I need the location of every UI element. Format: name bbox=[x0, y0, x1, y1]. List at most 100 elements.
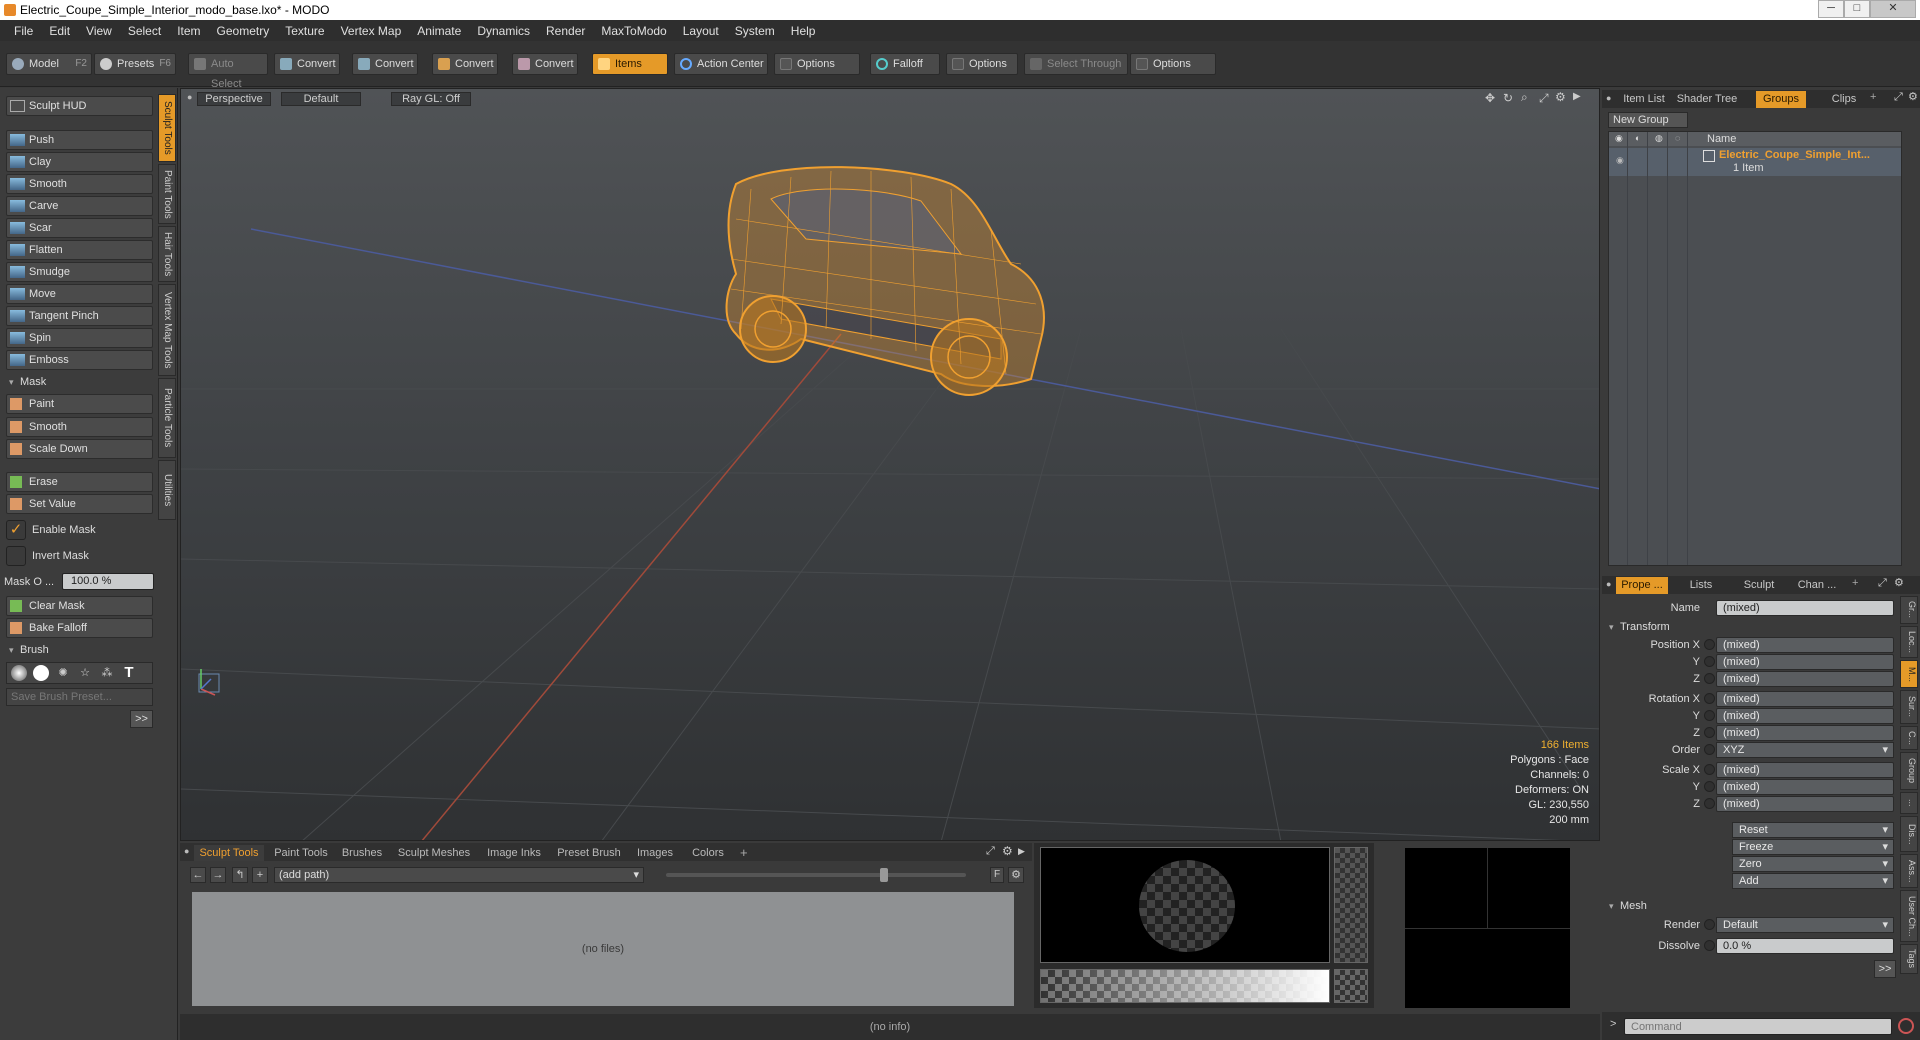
tab-shader-tree[interactable]: Shader Tree bbox=[1674, 91, 1740, 108]
position-x-field[interactable]: (mixed) bbox=[1716, 637, 1894, 653]
add-tab-icon[interactable]: + bbox=[740, 845, 748, 860]
new-group-button[interactable]: New Group bbox=[1608, 112, 1688, 128]
forward-arrow-icon[interactable]: → bbox=[210, 867, 226, 883]
tool-flatten[interactable]: Flatten bbox=[6, 240, 153, 260]
side-tab-local[interactable]: Loc... bbox=[1900, 626, 1918, 658]
expand-button[interactable]: >> bbox=[130, 710, 153, 728]
lock-icon[interactable]: ◍ bbox=[1655, 133, 1663, 144]
falloff-button[interactable]: Falloff bbox=[870, 53, 940, 75]
tab-utilities[interactable]: Utilities bbox=[158, 460, 176, 520]
car-model-wireframe[interactable] bbox=[725, 166, 1045, 396]
visibility-eye-icon[interactable]: ◉ bbox=[1615, 133, 1623, 144]
bottom-menu-icon[interactable]: ● bbox=[184, 846, 189, 856]
position-y-field[interactable]: (mixed) bbox=[1716, 654, 1894, 670]
action-center-button[interactable]: Action Center bbox=[674, 53, 768, 75]
browser-settings-icon[interactable]: ⚙ bbox=[1008, 867, 1024, 883]
rotation-z-field[interactable]: (mixed) bbox=[1716, 725, 1894, 741]
tool-emboss[interactable]: Emboss bbox=[6, 350, 153, 370]
action-center-options-button[interactable]: Options bbox=[774, 53, 860, 75]
render-icon[interactable]: ◐ bbox=[1635, 133, 1640, 143]
menu-layout[interactable]: Layout bbox=[675, 24, 727, 38]
position-z-anim-dot[interactable] bbox=[1704, 673, 1715, 684]
panel-maximize-icon[interactable]: ⤢ bbox=[1894, 91, 1903, 104]
close-button[interactable]: ✕ bbox=[1870, 0, 1916, 18]
position-x-anim-dot[interactable] bbox=[1704, 639, 1715, 650]
mesh-section-header[interactable]: Mesh bbox=[1606, 898, 1753, 914]
select-through-options-button[interactable]: Options bbox=[1130, 53, 1216, 75]
tab-clips[interactable]: Clips bbox=[1822, 91, 1866, 108]
tab-images[interactable]: Images bbox=[632, 845, 678, 861]
rotation-x-field[interactable]: (mixed) bbox=[1716, 691, 1894, 707]
menu-dynamics[interactable]: Dynamics bbox=[469, 24, 538, 38]
bottom-arrow-icon[interactable]: ▶ bbox=[1018, 846, 1025, 857]
tool-push[interactable]: Push bbox=[6, 130, 153, 150]
presets-button[interactable]: Presets F6 bbox=[94, 53, 176, 75]
side-tab-c[interactable]: C... bbox=[1900, 726, 1918, 750]
items-button[interactable]: Items bbox=[592, 53, 668, 75]
mask-set-value-button[interactable]: Set Value bbox=[6, 494, 153, 514]
dissolve-anim-dot[interactable] bbox=[1704, 940, 1715, 951]
menu-item[interactable]: Item bbox=[169, 24, 208, 38]
back-arrow-icon[interactable]: ← bbox=[190, 867, 206, 883]
save-brush-preset-button[interactable]: Save Brush Preset... bbox=[6, 688, 153, 706]
3d-viewport[interactable]: ● Perspective Default Ray GL: Off ✥ ↻ ⌕ … bbox=[180, 88, 1600, 841]
tool-smudge[interactable]: Smudge bbox=[6, 262, 153, 282]
convert-vertices-button[interactable]: Convert bbox=[274, 53, 340, 75]
scale-y-anim-dot[interactable] bbox=[1704, 781, 1715, 792]
render-anim-dot[interactable] bbox=[1704, 919, 1715, 930]
properties-expand-button[interactable]: >> bbox=[1874, 960, 1896, 978]
reset-dropdown[interactable]: Reset bbox=[1732, 822, 1894, 838]
filter-icon[interactable]: F bbox=[990, 867, 1004, 883]
scale-x-field[interactable]: (mixed) bbox=[1716, 762, 1894, 778]
rotation-y-field[interactable]: (mixed) bbox=[1716, 708, 1894, 724]
dissolve-field[interactable]: 0.0 % bbox=[1716, 938, 1894, 954]
slider-handle[interactable] bbox=[880, 868, 888, 882]
soft-brush-icon[interactable] bbox=[11, 665, 27, 681]
order-anim-dot[interactable] bbox=[1704, 744, 1715, 755]
minimize-button[interactable]: ─ bbox=[1818, 0, 1844, 18]
select-through-button[interactable]: Select Through bbox=[1024, 53, 1128, 75]
tab-properties[interactable]: Prope ... bbox=[1616, 577, 1668, 594]
menu-view[interactable]: View bbox=[78, 24, 120, 38]
render-dropdown[interactable]: Default bbox=[1716, 917, 1894, 933]
mask-section-header[interactable]: Mask bbox=[6, 374, 153, 390]
bottom-maximize-icon[interactable]: ⤢ bbox=[986, 845, 995, 858]
splatter-brush-icon[interactable]: ✺ bbox=[55, 665, 71, 681]
menu-system[interactable]: System bbox=[727, 24, 783, 38]
side-tab-group[interactable]: Gr... bbox=[1900, 596, 1918, 624]
side-tab-surface[interactable]: Sur... bbox=[1900, 690, 1918, 724]
tab-sculpt[interactable]: Sculpt bbox=[1736, 577, 1782, 594]
clear-mask-button[interactable]: Clear Mask bbox=[6, 596, 153, 616]
rotation-z-anim-dot[interactable] bbox=[1704, 727, 1715, 738]
mask-paint-button[interactable]: Paint bbox=[6, 394, 153, 414]
thumbnail-size-slider[interactable] bbox=[666, 873, 966, 877]
convert-edges-button[interactable]: Convert bbox=[352, 53, 418, 75]
properties-menu-icon[interactable]: ● bbox=[1606, 579, 1611, 589]
side-tab-user-channels[interactable]: User Ch... bbox=[1900, 890, 1918, 942]
panel-settings-icon[interactable]: ⚙ bbox=[1894, 576, 1904, 589]
menu-render[interactable]: Render bbox=[538, 24, 593, 38]
zero-dropdown[interactable]: Zero bbox=[1732, 856, 1894, 872]
falloff-options-button[interactable]: Options bbox=[946, 53, 1018, 75]
position-z-field[interactable]: (mixed) bbox=[1716, 671, 1894, 687]
tab-paint-tools-browser[interactable]: Paint Tools bbox=[270, 845, 332, 861]
side-tab-display[interactable]: Dis... bbox=[1900, 816, 1918, 852]
tab-hair-tools[interactable]: Hair Tools bbox=[158, 226, 176, 282]
scale-x-anim-dot[interactable] bbox=[1704, 764, 1715, 775]
maximize-button[interactable]: □ bbox=[1844, 0, 1870, 18]
position-y-anim-dot[interactable] bbox=[1704, 656, 1715, 667]
star-brush-icon[interactable]: ☆ bbox=[77, 665, 93, 681]
auto-select-button[interactable]: Auto Select bbox=[188, 53, 268, 90]
tab-sculpt-tools[interactable]: Sculpt Tools bbox=[158, 94, 176, 162]
scale-z-field[interactable]: (mixed) bbox=[1716, 796, 1894, 812]
brush-section-header[interactable]: Brush bbox=[6, 642, 153, 658]
tab-particle-tools[interactable]: Particle Tools bbox=[158, 378, 176, 458]
menu-animate[interactable]: Animate bbox=[409, 24, 469, 38]
enable-mask-checkbox[interactable]: ✓ bbox=[6, 520, 26, 540]
tab-preset-brush[interactable]: Preset Brush bbox=[552, 845, 626, 861]
tool-smooth[interactable]: Smooth bbox=[6, 174, 153, 194]
row-eye-icon[interactable]: ◉ bbox=[1616, 155, 1624, 166]
bake-falloff-button[interactable]: Bake Falloff bbox=[6, 618, 153, 638]
tab-brushes[interactable]: Brushes bbox=[338, 845, 386, 861]
menu-select[interactable]: Select bbox=[120, 24, 169, 38]
